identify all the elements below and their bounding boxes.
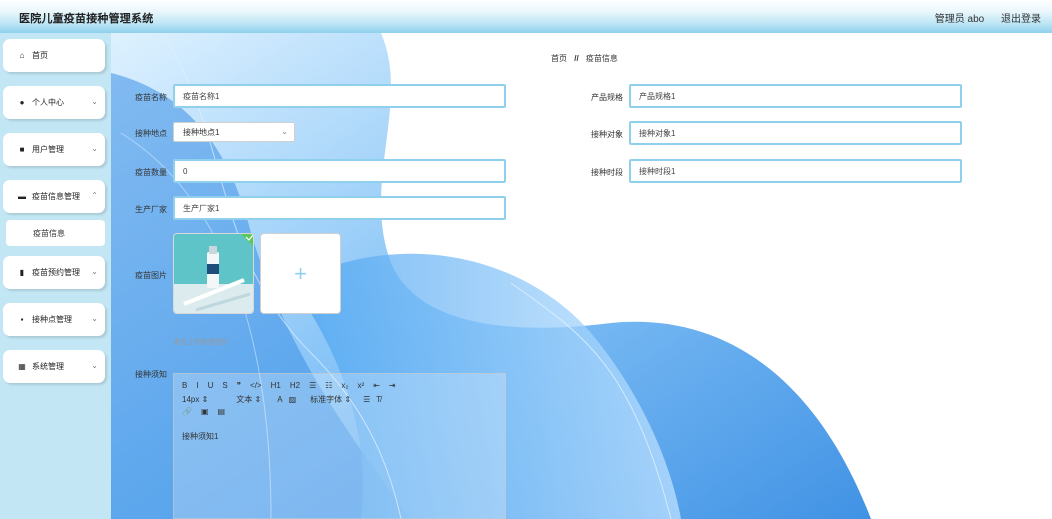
chevron-down-icon: ⌄ bbox=[91, 361, 98, 370]
target-label: 接种对象 bbox=[591, 130, 623, 139]
sidebar-item-label: 疫苗信息管理 bbox=[32, 192, 80, 201]
target-input[interactable] bbox=[629, 121, 962, 145]
sidebar-item-label: 用户管理 bbox=[32, 145, 64, 154]
quantity-label: 疫苗数量 bbox=[135, 168, 167, 177]
chevron-up-icon: ⌃ bbox=[91, 191, 98, 200]
period-label: 接种时段 bbox=[591, 168, 623, 177]
sidebar-subitem-vaccine-info[interactable]: 疫苗信息 bbox=[6, 220, 105, 246]
bullet-list-button[interactable]: ☷ bbox=[325, 381, 332, 390]
period-input[interactable] bbox=[629, 159, 962, 183]
plus-icon: + bbox=[294, 260, 307, 286]
sidebar-item-site-management[interactable]: ▪ 接种点管理 ⌄ bbox=[3, 303, 105, 336]
notice-editor[interactable]: B I U S ❞ </> H1 H2 ☰ ☷ x₂ x² ⇤ ⇥ 14px ⇕… bbox=[173, 373, 506, 519]
grid-icon: ▦ bbox=[18, 362, 26, 371]
top-bar: 医院儿童疫苗接种管理系统 管理员 abo 退出登录 bbox=[0, 0, 1052, 33]
vaccine-photo bbox=[174, 234, 253, 313]
user-icon: ● bbox=[19, 98, 25, 107]
upload-image-button[interactable]: + bbox=[260, 233, 341, 314]
sidebar-item-label: 系统管理 bbox=[32, 362, 64, 371]
image-upload-hint: 请先上传疫苗图片 bbox=[173, 339, 229, 346]
editor-toolbar-row-2: 14px ⇕ 文本 ⇕ A ▨ 标准字体 ⇕ ☰ T̸ bbox=[182, 394, 381, 405]
subscript-button[interactable]: x₂ bbox=[341, 381, 348, 390]
manufacturer-label: 生产厂家 bbox=[135, 205, 167, 214]
background-color-button[interactable]: ▨ bbox=[289, 395, 297, 404]
watermark: CSDN @ck3021 bbox=[913, 491, 1047, 511]
comment-icon: ▬ bbox=[18, 192, 26, 201]
breadcrumb-home[interactable]: 首页 bbox=[551, 54, 567, 63]
users-icon: ■ bbox=[19, 145, 25, 154]
h1-button[interactable]: H1 bbox=[271, 381, 281, 390]
sidebar-item-vaccine-info-management[interactable]: ▬ 疫苗信息管理 ⌃ bbox=[3, 180, 105, 213]
chart-icon: ▮ bbox=[19, 268, 25, 277]
vaccine-image-thumbnail[interactable] bbox=[173, 233, 254, 314]
font-size-select[interactable]: 14px ⇕ bbox=[182, 395, 208, 404]
bold-button[interactable]: B bbox=[182, 381, 187, 390]
sidebar-item-label: 首页 bbox=[32, 51, 48, 60]
top-right-area: 管理员 abo 退出登录 bbox=[921, 10, 1041, 25]
italic-button[interactable]: I bbox=[196, 381, 198, 390]
align-button[interactable]: ☰ bbox=[363, 395, 370, 404]
spec-label: 产品规格 bbox=[591, 93, 623, 102]
indent-button[interactable]: ⇥ bbox=[389, 381, 396, 390]
home-icon: ⌂ bbox=[19, 51, 25, 60]
sidebar-item-label: 接种点管理 bbox=[32, 315, 72, 324]
sidebar-item-label: 疫苗预约管理 bbox=[32, 268, 80, 277]
video-icon[interactable]: ▤ bbox=[218, 407, 226, 416]
font-family-select[interactable]: 标准字体 ⇕ bbox=[310, 394, 351, 405]
current-user-label: 管理员 abo bbox=[934, 14, 985, 25]
breadcrumb: 首页 // 疫苗信息 bbox=[551, 53, 618, 64]
chevron-down-icon: ⌄ bbox=[91, 267, 98, 276]
chevron-down-icon: ⌄ bbox=[91, 144, 98, 153]
vaccine-name-label: 疫苗名称 bbox=[135, 93, 167, 102]
chevron-down-icon: ⌄ bbox=[91, 314, 98, 323]
manufacturer-input[interactable] bbox=[173, 196, 506, 220]
quote-button[interactable]: ❞ bbox=[237, 381, 241, 390]
image-label: 疫苗图片 bbox=[135, 271, 167, 280]
sidebar-item-label: 个人中心 bbox=[32, 98, 64, 107]
clipboard-icon: ▪ bbox=[20, 315, 24, 324]
sidebar-item-home[interactable]: ⌂ 首页 bbox=[3, 39, 105, 72]
image-icon[interactable]: ▣ bbox=[201, 407, 209, 416]
chevron-down-icon: ⌄ bbox=[281, 127, 288, 136]
code-button[interactable]: </> bbox=[250, 381, 262, 390]
sidebar-item-personal-center[interactable]: ● 个人中心 ⌄ bbox=[3, 86, 105, 119]
text-color-button[interactable]: A bbox=[277, 395, 282, 404]
outdent-button[interactable]: ⇤ bbox=[373, 381, 380, 390]
block-type-select[interactable]: 文本 ⇕ bbox=[236, 394, 261, 405]
strike-button[interactable]: S bbox=[222, 381, 227, 390]
sidebar-item-user-management[interactable]: ■ 用户管理 ⌄ bbox=[3, 133, 105, 166]
logout-link[interactable]: 退出登录 bbox=[1001, 14, 1041, 25]
app-title: 医院儿童疫苗接种管理系统 bbox=[19, 13, 154, 25]
quantity-input[interactable] bbox=[173, 159, 506, 183]
breadcrumb-separator: // bbox=[574, 54, 579, 63]
site-select-value: 接种地点1 bbox=[183, 127, 220, 137]
site-select[interactable]: 接种地点1 ⌄ bbox=[173, 122, 295, 142]
vaccine-name-input[interactable] bbox=[173, 84, 506, 108]
ordered-list-button[interactable]: ☰ bbox=[309, 381, 316, 390]
editor-toolbar-row-3: 🔗 ▣ ▤ bbox=[182, 407, 225, 416]
h2-button[interactable]: H2 bbox=[290, 381, 300, 390]
editor-content[interactable]: 接种须知1 bbox=[182, 431, 218, 442]
link-icon[interactable]: 🔗 bbox=[182, 407, 192, 416]
breadcrumb-current: 疫苗信息 bbox=[585, 54, 618, 63]
site-label: 接种地点 bbox=[135, 129, 167, 138]
underline-button[interactable]: U bbox=[208, 381, 214, 390]
superscript-button[interactable]: x² bbox=[358, 381, 365, 390]
sidebar: ⌂ 首页 ● 个人中心 ⌄ ■ 用户管理 ⌄ ▬ 疫苗信息管理 ⌃ 疫苗信息 ▮… bbox=[0, 33, 111, 519]
spec-input[interactable] bbox=[629, 84, 962, 108]
notice-label: 接种须知 bbox=[135, 370, 167, 379]
sidebar-item-vaccine-appointment[interactable]: ▮ 疫苗预约管理 ⌄ bbox=[3, 256, 105, 289]
editor-toolbar-row-1: B I U S ❞ </> H1 H2 ☰ ☷ x₂ x² ⇤ ⇥ bbox=[182, 381, 396, 390]
clear-format-button[interactable]: T̸ bbox=[376, 395, 381, 404]
sidebar-item-system-management[interactable]: ▦ 系统管理 ⌄ bbox=[3, 350, 105, 383]
chevron-down-icon: ⌄ bbox=[91, 97, 98, 106]
